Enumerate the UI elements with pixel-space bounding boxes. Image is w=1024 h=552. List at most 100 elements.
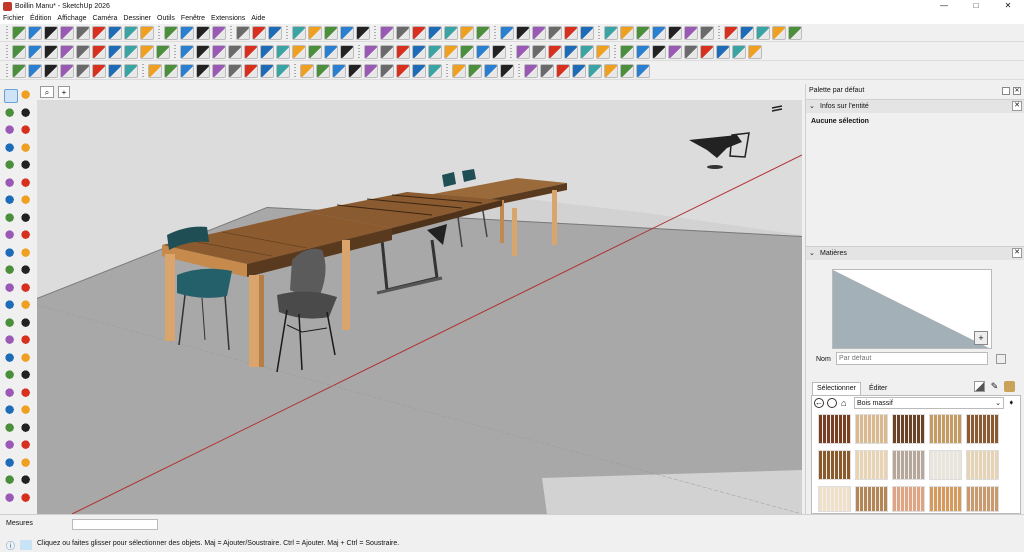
tool-icon[interactable]: [340, 26, 354, 40]
tool-icon[interactable]: [140, 26, 154, 40]
tool-icon[interactable]: [332, 64, 346, 78]
tool-icon[interactable]: [668, 45, 682, 59]
tool-icon[interactable]: [20, 264, 34, 278]
tool-icon[interactable]: [292, 26, 306, 40]
tool-icon[interactable]: [396, 45, 410, 59]
tool-icon[interactable]: [4, 299, 18, 313]
material-swatch[interactable]: [966, 450, 999, 480]
tool-icon[interactable]: [20, 194, 34, 208]
measurements-box[interactable]: [72, 519, 158, 530]
tool-icon[interactable]: [20, 229, 34, 243]
tool-icon[interactable]: [4, 246, 18, 261]
tool-icon[interactable]: [108, 64, 122, 78]
material-swatch[interactable]: [855, 450, 888, 480]
material-swatch[interactable]: [892, 450, 925, 480]
tool-icon[interactable]: [548, 26, 562, 40]
add-tab-button[interactable]: +: [58, 86, 70, 98]
toolbar-grip[interactable]: [142, 64, 144, 78]
menu-aide[interactable]: Aide: [251, 15, 265, 22]
toolbar-grip[interactable]: [358, 45, 360, 59]
tool-icon[interactable]: [4, 491, 18, 506]
material-swatch[interactable]: [818, 414, 851, 444]
toolbar-grip[interactable]: [518, 64, 520, 78]
tool-icon[interactable]: [724, 26, 738, 40]
tool-icon[interactable]: [364, 45, 378, 59]
tool-icon[interactable]: [652, 45, 666, 59]
tool-icon[interactable]: [684, 45, 698, 59]
tool-icon[interactable]: [244, 64, 258, 78]
tool-icon[interactable]: [308, 26, 322, 40]
toolbar-grip[interactable]: [230, 26, 232, 40]
tool-icon[interactable]: [148, 64, 162, 78]
tool-icon[interactable]: [228, 64, 242, 78]
tool-icon[interactable]: [700, 45, 714, 59]
tool-icon[interactable]: [212, 45, 226, 59]
tool-icon[interactable]: [196, 26, 210, 40]
tool-icon[interactable]: [516, 45, 530, 59]
display-material-icon[interactable]: [974, 381, 985, 392]
tool-icon[interactable]: [532, 45, 546, 59]
tool-icon[interactable]: [788, 26, 802, 40]
tool-icon[interactable]: [12, 64, 26, 78]
tool-icon[interactable]: [476, 45, 490, 59]
entity-info-close-icon[interactable]: ✕: [1012, 101, 1022, 111]
tool-icon[interactable]: [4, 474, 18, 488]
tool-icon[interactable]: [20, 299, 34, 313]
tool-icon[interactable]: [164, 26, 178, 40]
toolbar-grip[interactable]: [174, 45, 176, 59]
tool-icon[interactable]: [380, 26, 394, 40]
tool-icon[interactable]: [652, 26, 666, 40]
tool-icon[interactable]: [76, 64, 90, 78]
tool-icon[interactable]: [180, 26, 194, 40]
forward-icon[interactable]: [827, 398, 837, 408]
tool-icon[interactable]: [4, 439, 18, 453]
search-icon[interactable]: ⌕: [40, 86, 54, 98]
tool-icon[interactable]: [4, 316, 18, 331]
tool-icon[interactable]: [156, 45, 170, 59]
tool-icon[interactable]: [4, 229, 18, 243]
tool-icon[interactable]: [620, 26, 634, 40]
menu-fichier[interactable]: Fichier: [3, 15, 24, 22]
tool-icon[interactable]: [444, 45, 458, 59]
tool-icon[interactable]: [588, 64, 602, 78]
tool-icon[interactable]: [468, 64, 482, 78]
menu-extensions[interactable]: Extensions: [211, 15, 245, 22]
tool-icon[interactable]: [348, 64, 362, 78]
tool-icon[interactable]: [668, 26, 682, 40]
tool-icon[interactable]: [108, 45, 122, 59]
tool-icon[interactable]: [44, 64, 58, 78]
home-icon[interactable]: ⌂: [841, 398, 851, 408]
material-swatch[interactable]: [929, 486, 962, 512]
tool-icon[interactable]: [564, 45, 578, 59]
tool-icon[interactable]: [260, 45, 274, 59]
tool-icon[interactable]: [20, 106, 34, 121]
tool-icon[interactable]: [92, 64, 106, 78]
tool-icon[interactable]: [20, 211, 34, 226]
tool-icon[interactable]: [12, 45, 26, 59]
sample-paint-icon[interactable]: ✎: [989, 381, 1000, 392]
toolbar-grip[interactable]: [614, 45, 616, 59]
select-tool-icon[interactable]: [4, 89, 18, 103]
tool-icon[interactable]: [180, 64, 194, 78]
tool-icon[interactable]: [20, 456, 34, 471]
material-swatch[interactable]: [892, 414, 925, 444]
materials-header[interactable]: ⌄ Matières ✕: [806, 246, 1024, 260]
tool-icon[interactable]: [20, 334, 34, 348]
details-arrow-icon[interactable]: ➧: [1008, 398, 1018, 408]
tool-icon[interactable]: [500, 64, 514, 78]
tool-icon[interactable]: [572, 64, 586, 78]
tool-icon[interactable]: [716, 45, 730, 59]
toolbar-grip[interactable]: [6, 45, 8, 59]
tool-icon[interactable]: [772, 26, 786, 40]
tool-icon[interactable]: [44, 45, 58, 59]
tool-icon[interactable]: [516, 26, 530, 40]
menu-outils[interactable]: Outils: [157, 15, 175, 22]
tray-pin-button[interactable]: [1002, 87, 1010, 95]
tool-icon[interactable]: [484, 64, 498, 78]
tool-icon[interactable]: [20, 159, 34, 173]
tool-icon[interactable]: [556, 64, 570, 78]
toolbar-grip[interactable]: [6, 64, 8, 78]
tool-icon[interactable]: [4, 211, 18, 226]
tool-icon[interactable]: [4, 334, 18, 348]
tool-icon[interactable]: [428, 45, 442, 59]
